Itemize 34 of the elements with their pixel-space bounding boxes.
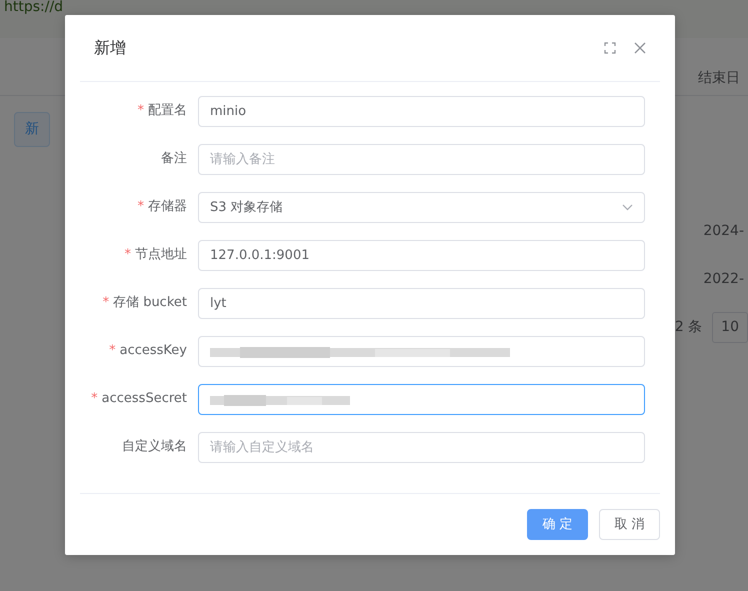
table-cell-text: 2022- — [703, 270, 744, 288]
confirm-button[interactable]: 确 定 — [527, 509, 588, 540]
field-label: * 配置名 — [136, 102, 188, 120]
required-mark: * — [102, 295, 110, 310]
required-mark: * — [138, 199, 144, 214]
field-label: * 节点地址 — [124, 246, 188, 264]
field-label: * 存储 bucket — [102, 294, 188, 312]
select-field[interactable]: S3 对象存储 — [198, 192, 645, 223]
input-field[interactable]: minio — [198, 96, 645, 127]
input-field[interactable]: 请输入自定义域名 — [198, 432, 645, 463]
table-cell-text: 2024- — [703, 222, 744, 240]
total-count: 2 条 — [674, 318, 702, 336]
input-field[interactable]: 请输入备注 — [198, 144, 645, 175]
required-mark: * — [109, 343, 116, 358]
url-text[interactable]: https://d — [4, 0, 64, 15]
required-mark: * — [124, 247, 131, 262]
chevron-down-icon — [622, 204, 633, 211]
field-label: * accessKey — [108, 342, 188, 360]
dialog-title: 新增 — [94, 37, 126, 59]
field-label: * 存储器 — [136, 198, 188, 216]
field-label: 备注 — [160, 150, 188, 168]
page-size-select[interactable]: 10 — [712, 312, 748, 342]
input-field[interactable]: 127.0.0.1:9001 — [198, 240, 645, 271]
required-mark: * — [91, 391, 98, 406]
required-mark: * — [138, 103, 144, 118]
field-label: * accessSecret — [90, 390, 188, 408]
column-header: 结束日 — [698, 69, 741, 88]
input-field[interactable] — [198, 384, 645, 415]
close-icon[interactable] — [634, 42, 646, 54]
fullscreen-icon[interactable] — [604, 42, 616, 54]
input-field[interactable]: lyt — [198, 288, 645, 319]
add-button[interactable]: 新 — [14, 112, 50, 147]
cancel-button[interactable]: 取 消 — [599, 509, 660, 540]
field-label: 自定义域名 — [121, 438, 188, 456]
